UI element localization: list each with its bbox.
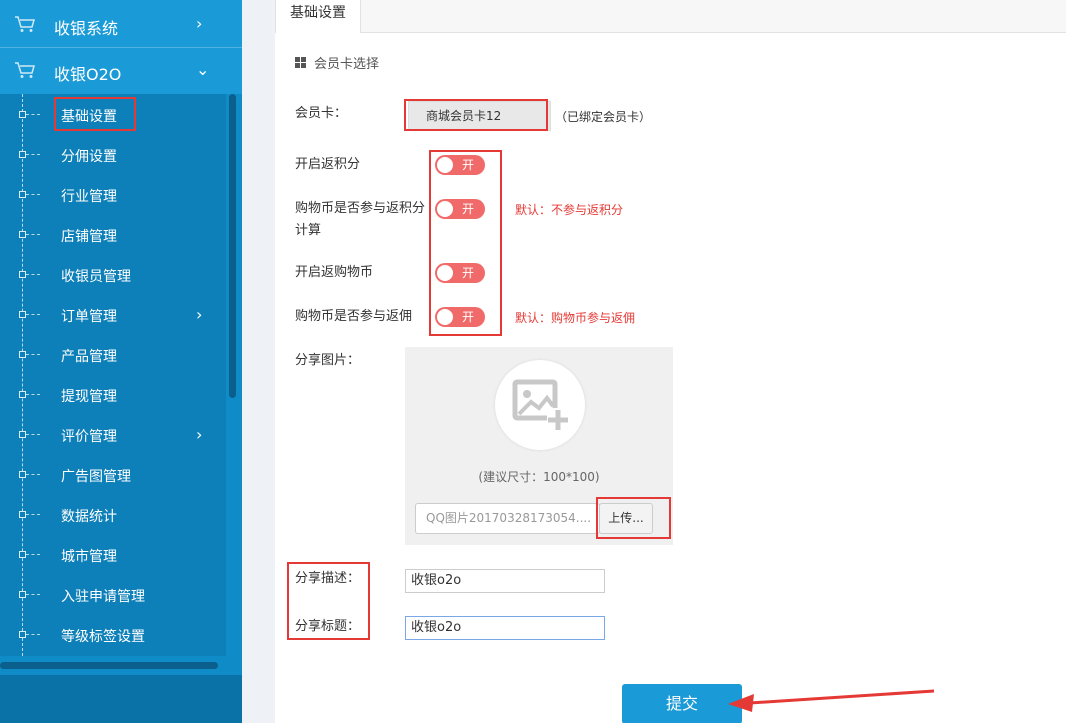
sidebar-footer <box>0 675 242 723</box>
tree-node-icon <box>19 351 26 358</box>
sidebar-header-cash-o2o[interactable]: 收银O2O ⌄ <box>0 48 226 94</box>
annotation-box <box>404 99 548 131</box>
annotation-box <box>429 150 502 336</box>
tab-basic-settings[interactable]: 基础设置 <box>275 0 361 34</box>
sidebar-item-cashiers[interactable]: 收银员管理 <box>0 255 226 295</box>
sidebar-item-label: 提现管理 <box>61 389 117 405</box>
sidebar-header-label: 收银系统 <box>54 19 119 38</box>
sidebar-header-cash-system[interactable]: 收银系统 › <box>0 2 226 48</box>
tree-node-icon <box>19 591 26 598</box>
sidebar-item-label: 分佣设置 <box>61 149 117 165</box>
image-size-hint: (建议尺寸：100*100) <box>478 470 600 484</box>
section-title: 会员卡选择 <box>314 57 380 72</box>
sidebar-item-statistics[interactable]: 数据统计 <box>0 495 226 535</box>
tree-node-icon <box>19 151 26 158</box>
sidebar-item-stores[interactable]: 店铺管理 <box>0 215 226 255</box>
toggle-label-return-points: 开启返积分 <box>295 157 361 172</box>
sidebar-item-label: 广告图管理 <box>61 469 131 485</box>
chevron-right-icon: › <box>196 425 203 444</box>
annotation-arrow-icon <box>728 689 935 712</box>
toggle-label-coins-in-points: 购物币是否参与返积分计算 <box>295 201 426 238</box>
sidebar-item-applications[interactable]: 入驻申请管理 <box>0 575 226 615</box>
sidebar-item-label: 评价管理 <box>61 429 117 445</box>
share-title-input[interactable]: 收银o2o <box>405 616 605 640</box>
sidebar-item-reviews[interactable]: 评价管理 › <box>0 415 226 455</box>
sidebar-item-label: 产品管理 <box>61 349 117 365</box>
sidebar-item-label: 数据统计 <box>61 509 117 525</box>
grid-icon <box>295 57 306 68</box>
annotation-box <box>54 97 136 131</box>
annotation-box <box>596 497 671 539</box>
sidebar-item-label: 订单管理 <box>61 309 117 325</box>
main-panel: 会员卡选择 会员卡： 商城会员卡12 （已绑定会员卡） 开启返积分 开 购物币是… <box>275 33 1066 723</box>
sidebar-item-label: 等级标签设置 <box>61 629 145 645</box>
sidebar-item-cities[interactable]: 城市管理 <box>0 535 226 575</box>
section-header: 会员卡选择 <box>295 53 379 72</box>
tree-node-icon <box>19 631 26 638</box>
toggle-label-return-coins: 开启返购物币 <box>295 265 374 280</box>
share-image-label: 分享图片： <box>295 353 361 368</box>
sidebar-item-products[interactable]: 产品管理 <box>0 335 226 375</box>
sidebar-item-label: 城市管理 <box>61 549 117 565</box>
add-image-icon <box>512 379 569 430</box>
hint-coins-in-commission: 默认：购物币参与返佣 <box>515 311 636 325</box>
cart-icon <box>15 16 35 32</box>
tree-node-icon <box>19 191 26 198</box>
sidebar-item-level-tags[interactable]: 等级标签设置 <box>0 615 226 655</box>
tree-node-icon <box>19 551 26 558</box>
tree-node-icon <box>19 311 26 318</box>
sidebar-horizontal-scrollbar[interactable] <box>0 662 218 669</box>
tree-node-icon <box>19 271 26 278</box>
chevron-right-icon: › <box>196 305 203 324</box>
chevron-right-icon: › <box>196 14 203 33</box>
tree-node-icon <box>19 431 26 438</box>
tree-node-icon <box>19 111 26 118</box>
hint-coins-in-points: 默认：不参与返积分 <box>515 203 624 217</box>
share-desc-input[interactable]: 收银o2o <box>405 569 605 593</box>
sidebar-item-label: 收银员管理 <box>61 269 131 285</box>
sidebar-item-banners[interactable]: 广告图管理 <box>0 455 226 495</box>
toggle-label-coins-in-commission: 购物币是否参与返佣 <box>295 309 413 324</box>
sidebar-item-label: 行业管理 <box>61 189 117 205</box>
sidebar-header-label: 收银O2O <box>54 65 122 84</box>
sidebar-item-orders[interactable]: 订单管理 › <box>0 295 226 335</box>
tree-node-icon <box>19 511 26 518</box>
image-placeholder[interactable] <box>495 360 585 450</box>
tree-node-icon <box>19 471 26 478</box>
sidebar-item-label: 入驻申请管理 <box>61 589 145 605</box>
member-card-note: （已绑定会员卡） <box>555 110 652 124</box>
sidebar-item-withdrawals[interactable]: 提现管理 <box>0 375 226 415</box>
sidebar-item-industry[interactable]: 行业管理 <box>0 175 226 215</box>
sidebar-item-commission-settings[interactable]: 分佣设置 <box>0 135 226 175</box>
sidebar-vertical-scrollbar[interactable] <box>229 94 236 398</box>
chevron-down-icon: ⌄ <box>196 60 210 79</box>
tree-node-icon <box>19 231 26 238</box>
tab-bar: 基础设置 <box>275 0 1066 34</box>
annotation-box <box>287 562 370 640</box>
tree-node-icon <box>19 391 26 398</box>
sidebar-item-label: 店铺管理 <box>61 229 117 245</box>
member-card-label: 会员卡： <box>295 106 348 121</box>
cart-icon <box>15 62 35 78</box>
file-name-field[interactable]: QQ图片20170328173054.... <box>415 503 600 534</box>
